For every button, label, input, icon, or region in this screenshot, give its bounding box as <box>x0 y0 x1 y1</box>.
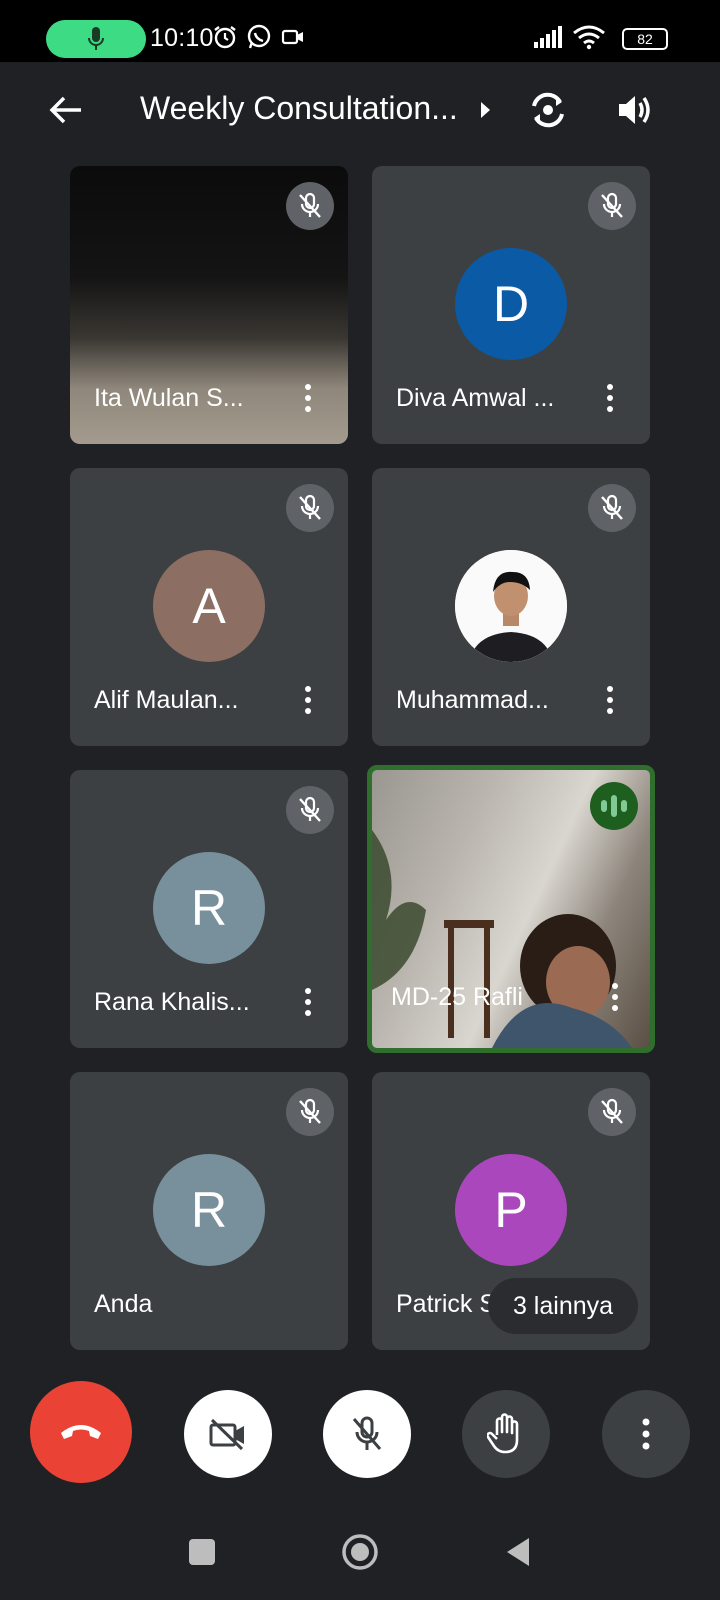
muted-indicator <box>588 182 636 230</box>
back-nav-button[interactable] <box>494 1528 542 1576</box>
avatar: D <box>455 248 567 360</box>
avatar: P <box>455 1154 567 1266</box>
mic-active-indicator[interactable] <box>46 20 146 58</box>
participant-tile[interactable]: Ita Wulan S... <box>70 166 348 444</box>
more-options-button[interactable] <box>602 1390 690 1478</box>
participant-tile[interactable]: D Diva Amwal ... <box>372 166 650 444</box>
mic-icon <box>88 27 104 50</box>
avatar: A <box>153 550 265 662</box>
participant-name: Diva Amwal ... <box>396 384 555 412</box>
muted-indicator <box>588 1088 636 1136</box>
clock: 10:10 <box>150 24 214 52</box>
participant-name: Muhammad... <box>396 686 549 714</box>
mic-off-icon <box>299 1098 321 1124</box>
more-vert-icon <box>642 1418 650 1450</box>
participant-more-button[interactable] <box>296 682 320 718</box>
wifi-icon <box>573 25 605 50</box>
battery-level: 82 <box>637 31 653 47</box>
participant-more-button[interactable] <box>296 380 320 416</box>
phone-hangup-icon <box>61 1425 101 1439</box>
muted-indicator <box>286 182 334 230</box>
mic-off-icon <box>352 1416 382 1450</box>
participant-more-button[interactable] <box>598 380 622 416</box>
switch-camera-button[interactable] <box>520 82 576 138</box>
video-icon <box>281 29 303 45</box>
mic-off-button[interactable] <box>323 1390 411 1478</box>
participant-more-button[interactable] <box>296 984 320 1020</box>
back-arrow-icon <box>49 96 81 124</box>
participant-name: Alif Maulan... <box>94 686 239 714</box>
participant-more-button[interactable] <box>598 682 622 718</box>
speaking-indicator <box>590 782 638 830</box>
audio-output-button[interactable] <box>606 82 662 138</box>
participant-more-button[interactable] <box>603 979 627 1015</box>
participant-name: Rana Khalis... <box>94 988 250 1016</box>
avatar: R <box>153 852 265 964</box>
camera-off-button[interactable] <box>184 1390 272 1478</box>
home-circle-icon <box>342 1534 378 1570</box>
home-button[interactable] <box>336 1528 384 1576</box>
mic-off-icon <box>601 494 623 520</box>
meeting-title[interactable]: Weekly Consultation... <box>140 90 458 127</box>
back-button[interactable] <box>38 82 94 138</box>
mic-off-icon <box>299 494 321 520</box>
participant-tile[interactable]: R Rana Khalis... <box>70 770 348 1048</box>
hand-icon <box>487 1413 519 1454</box>
speaker-icon <box>619 96 650 124</box>
square-icon <box>189 1539 215 1565</box>
end-call-button[interactable] <box>30 1381 132 1483</box>
mic-off-icon <box>299 796 321 822</box>
participant-tile[interactable]: Muhammad... <box>372 468 650 746</box>
participant-name: Anda <box>94 1290 153 1318</box>
alarm-icon <box>214 26 236 49</box>
participant-name: MD-25 Rafli <box>391 983 523 1011</box>
muted-indicator <box>286 484 334 532</box>
more-participants-chip[interactable]: 3 lainnya <box>488 1278 638 1334</box>
chevron-right-icon[interactable] <box>478 100 492 120</box>
recents-button[interactable] <box>178 1528 226 1576</box>
system-nav-bar <box>0 1500 720 1600</box>
avatar-photo <box>455 550 567 662</box>
mic-off-icon <box>601 192 623 218</box>
participant-name: Ita Wulan S... <box>94 384 244 412</box>
video-off-icon <box>209 1418 244 1451</box>
switch-camera-icon <box>532 92 564 128</box>
signal-icon <box>534 26 562 48</box>
status-bar: 10:10 82 <box>0 0 720 62</box>
muted-indicator <box>286 1088 334 1136</box>
mic-off-icon <box>601 1098 623 1124</box>
muted-indicator <box>286 786 334 834</box>
participant-tile-self[interactable]: R Anda <box>70 1072 348 1350</box>
raise-hand-button[interactable] <box>462 1390 550 1478</box>
battery-icon: 82 <box>622 28 668 50</box>
participant-tile-speaking[interactable]: MD-25 Rafli <box>367 765 655 1053</box>
muted-indicator <box>588 484 636 532</box>
back-triangle-icon <box>507 1538 529 1566</box>
avatar: R <box>153 1154 265 1266</box>
person-photo-icon <box>455 550 567 662</box>
mic-off-icon <box>299 192 321 218</box>
whatsapp-icon <box>247 24 271 49</box>
meeting-header: Weekly Consultation... <box>0 62 720 162</box>
participant-tile[interactable]: A Alif Maulan... <box>70 468 348 746</box>
